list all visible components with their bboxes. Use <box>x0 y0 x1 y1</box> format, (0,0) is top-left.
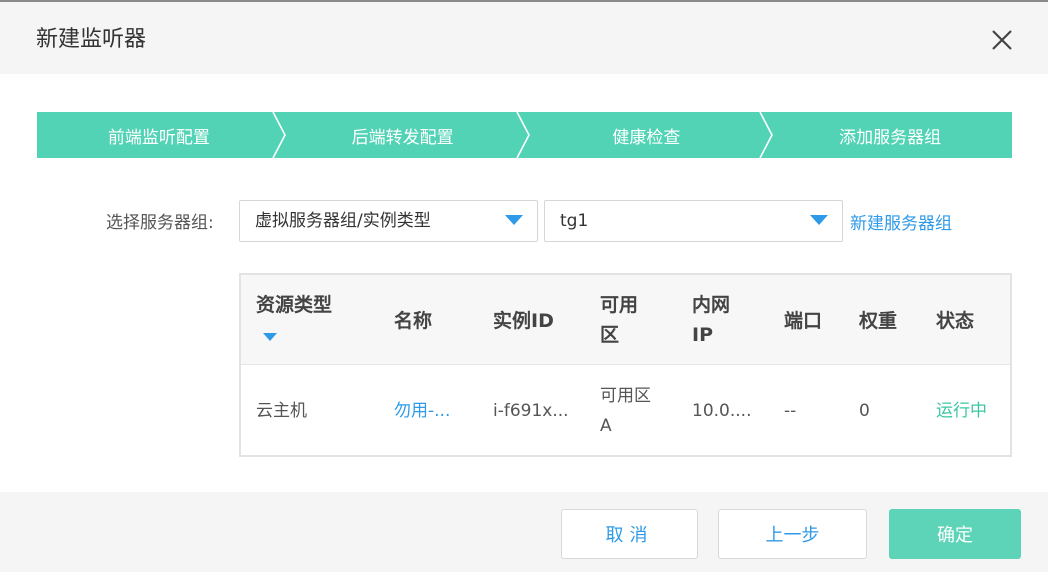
caret-down-icon <box>810 215 828 225</box>
server-table: 资源类型 名称 实例ID 可用 区 内网 IP 端口 权重 状态 云主机 勿用-… <box>239 273 1012 457</box>
step-add-server-group[interactable]: 添加服务器组 <box>768 112 1012 158</box>
cell-name-link[interactable]: 勿用-... <box>394 396 450 426</box>
new-server-group-link[interactable]: 新建服务器组 <box>850 209 952 234</box>
select-value: tg1 <box>560 211 589 231</box>
header-ip-line1: 内网 <box>692 294 731 316</box>
create-listener-dialog: 新建监听器 前端监听配置 后端转发配置 健康检查 添加服务器组 选择服务器组: … <box>0 0 1048 572</box>
header-resource-type: 资源类型 <box>256 294 333 316</box>
cell-zone-line2: A <box>600 416 612 436</box>
step-health-check[interactable]: 健康检查 <box>525 112 774 158</box>
step-label: 前端监听配置 <box>107 127 210 148</box>
header-status: 状态 <box>936 310 975 332</box>
sort-caret-down-icon[interactable] <box>263 333 277 341</box>
header-port: 端口 <box>784 310 823 332</box>
cell-instance-id: i-f691x... <box>493 401 569 421</box>
step-separator-chevron-icon <box>515 112 530 158</box>
server-group-select[interactable]: tg1 <box>544 200 843 242</box>
cell-ip: 10.0.... <box>692 401 752 421</box>
step-separator-chevron-icon <box>272 112 286 158</box>
dialog-header: 新建监听器 <box>0 2 1048 74</box>
cancel-button[interactable]: 取消 <box>561 509 698 559</box>
step-label: 添加服务器组 <box>839 127 942 148</box>
step-backend-forward[interactable]: 后端转发配置 <box>281 112 530 158</box>
step-separator-chevron-icon <box>759 112 774 158</box>
close-icon[interactable] <box>988 26 1016 54</box>
server-group-type-select[interactable]: 虚拟服务器组/实例类型 <box>239 200 538 242</box>
caret-down-icon <box>505 215 523 225</box>
header-weight: 权重 <box>859 310 898 332</box>
header-ip-line2: IP <box>692 324 713 346</box>
table-header: 资源类型 名称 实例ID 可用 区 内网 IP 端口 权重 状态 <box>241 275 1010 365</box>
confirm-button[interactable]: 确定 <box>889 509 1021 559</box>
previous-step-button[interactable]: 上一步 <box>718 509 867 559</box>
step-label: 后端转发配置 <box>351 127 454 148</box>
header-zone-line2: 区 <box>600 324 620 346</box>
cell-zone-line1: 可用区 <box>600 386 651 406</box>
step-label: 健康检查 <box>612 127 681 148</box>
status-badge: 运行中 <box>936 401 987 421</box>
cell-port: -- <box>784 401 797 421</box>
server-group-label: 选择服务器组: <box>106 213 214 233</box>
header-instance-id: 实例ID <box>493 310 554 332</box>
select-value: 虚拟服务器组/实例类型 <box>255 211 431 231</box>
header-zone-line1: 可用 <box>600 294 639 316</box>
header-name: 名称 <box>394 310 433 332</box>
cell-resource-type: 云主机 <box>256 401 307 421</box>
step-frontend-listen[interactable]: 前端监听配置 <box>37 112 286 158</box>
wizard-steps: 前端监听配置 后端转发配置 健康检查 添加服务器组 <box>37 112 1012 158</box>
cell-weight: 0 <box>859 401 870 421</box>
dialog-title: 新建监听器 <box>36 27 147 52</box>
